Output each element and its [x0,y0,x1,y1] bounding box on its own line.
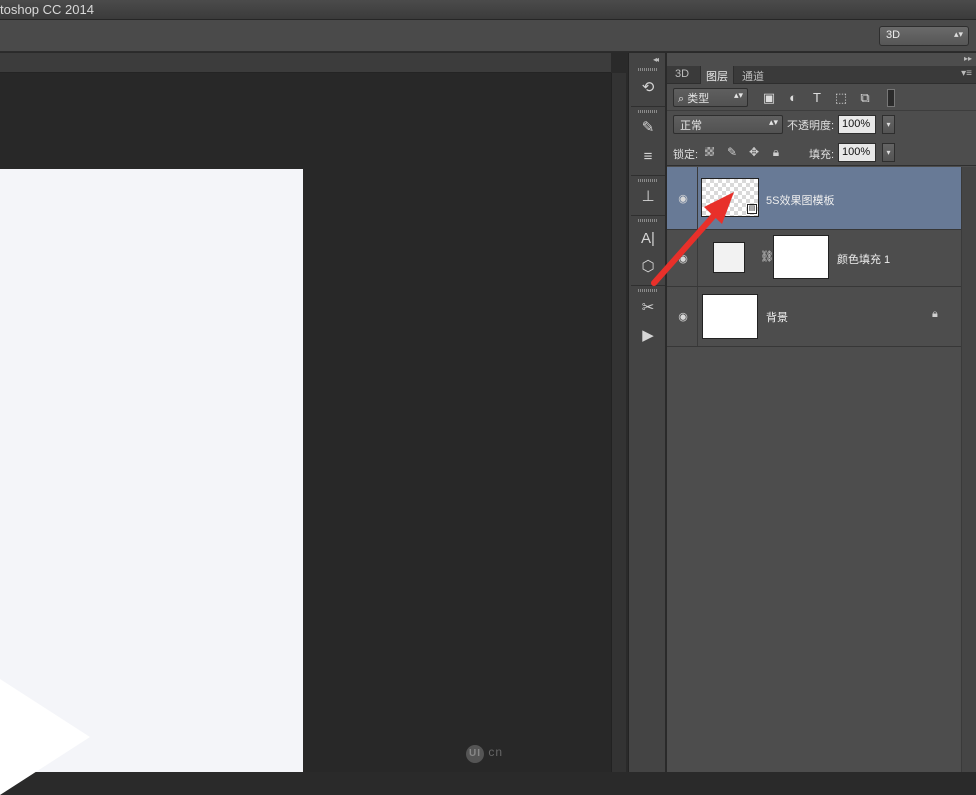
shape-filter-icon[interactable]: ⬚ [832,89,850,107]
grip-icon[interactable] [638,219,658,222]
layers-vertical-scrollbar[interactable] [961,167,976,772]
opacity-label: 不透明度: [787,120,835,132]
grip-icon[interactable] [638,110,658,113]
grip-icon[interactable] [638,289,658,292]
visibility-eye-icon[interactable]: ◉ [676,192,690,205]
chain-link-icon[interactable]: ⛓ [760,250,774,263]
actions-play-icon[interactable]: ▶ [636,325,660,347]
chevron-updown-icon: ▴▾ [768,117,778,127]
window-title: toshop CC 2014 [0,2,94,17]
chevron-updown-icon: ▴▾ [733,90,743,100]
tool-presets-icon[interactable]: ✂ [636,297,660,319]
divider [631,175,665,176]
collapse-left-icon[interactable]: ◂◂ [653,55,659,64]
document-area[interactable]: UI cn [0,53,611,795]
visibility-eye-icon[interactable]: ◉ [676,252,690,265]
lock-pixels-brush-icon[interactable]: ✎ [724,144,740,160]
layer-row-background[interactable]: ◉ 背景 🔒︎ [667,287,961,347]
divider [697,167,698,229]
fill-label: 填充: [809,149,835,161]
divider [697,287,698,346]
title-bar: toshop CC 2014 [0,0,976,20]
tab-layers[interactable]: 图层 [700,66,734,84]
watermark-text: cn [488,745,504,759]
history-icon[interactable]: ⟲ [636,77,660,99]
type-filter-icon[interactable]: T [808,89,826,107]
workspace-select-label: 3D [886,29,901,41]
filter-kind-label: 类型 [687,93,710,105]
collapsed-panel-dock: ◂◂ ⟲ ✎ ≡ ⊥ A| ⬡ ✂ ▶ [628,53,666,772]
blend-mode-select[interactable]: 正常 ▴▾ [673,115,783,134]
layer-name[interactable]: 5S效果图模板 [766,192,834,208]
blend-opacity-row: 正常 ▴▾ 不透明度: 100% ▾ [667,112,976,138]
grip-icon[interactable] [638,179,658,182]
lock-icon: 🔒︎ [932,308,938,320]
brush-panel-icon[interactable]: ≡ [636,146,660,168]
layer-name[interactable]: 颜色填充 1 [837,251,890,267]
layer-filter-row: ⌕ 类型 ▴▾ ▣ ◐ T ⬚ ⧉ [667,85,976,111]
smart-object-badge-icon: ▤ [747,204,757,214]
filter-kind-select[interactable]: ⌕ 类型 ▴▾ [673,88,748,107]
panel-menu-icon[interactable]: ▾≡ [961,68,972,79]
glyph-3d-icon[interactable]: ⬡ [636,256,660,278]
panel-tab-bar: 3D 图层 通道 ▾≡ [667,66,976,84]
fill-dropdown-icon[interactable]: ▾ [882,143,895,162]
brush-presets-icon[interactable]: ✎ [636,117,660,139]
layer-row-color-fill[interactable]: ◉ ⛓ 颜色填充 1 [667,230,961,287]
document-vertical-scrollbar[interactable] [611,73,626,772]
divider [697,230,698,286]
blend-mode-label: 正常 [680,120,702,132]
image-filter-icon[interactable]: ▣ [760,89,778,107]
options-bar: 3D ▴▾ [0,20,976,52]
watermark: UI cn [466,745,503,763]
lock-position-move-icon[interactable]: ✥ [746,144,762,160]
uicn-logo-icon: UI [466,745,484,763]
lock-transparency-icon[interactable] [702,144,718,160]
layer-mask-thumbnail[interactable] [773,235,829,279]
layers-panel: ▸▸ 3D 图层 通道 ▾≡ ⌕ 类型 ▴▾ ▣ ◐ T ⬚ ⧉ 正常 ▴▾ 不… [667,53,976,772]
clone-source-icon[interactable]: ⊥ [636,186,660,208]
divider [631,106,665,107]
character-icon[interactable]: A| [636,228,660,250]
layer-name[interactable]: 背景 [766,309,788,325]
opacity-input[interactable]: 100% [838,115,876,134]
tab-3d[interactable]: 3D [670,66,694,84]
lock-fill-row: 锁定: ✎ ✥ 🔒︎ 填充: 100% ▾ [667,139,976,166]
tab-channels[interactable]: 通道 [737,66,769,84]
visibility-eye-icon[interactable]: ◉ [676,310,690,323]
divider [631,285,665,286]
canvas-artboard[interactable] [0,169,303,795]
workspace-select[interactable]: 3D ▴▾ [879,26,969,46]
divider [631,215,665,216]
layer-thumbnail [702,294,758,339]
chevron-updown-icon: ▴▾ [953,29,963,39]
grip-icon[interactable] [638,68,658,71]
play-triangle-shape [0,679,90,795]
fill-adjustment-thumbnail [713,242,745,273]
layers-list: ◉ ▤ 5S效果图模板 ◉ ⛓ 颜色填充 1 ◉ 背景 🔒︎ [667,167,976,772]
search-icon: ⌕ [678,93,685,105]
lock-label: 锁定: [673,149,699,161]
layer-row-smart-object[interactable]: ◉ ▤ 5S效果图模板 [667,167,961,230]
adjustment-filter-icon[interactable]: ◐ [784,89,802,107]
smart-object-filter-icon[interactable]: ⧉ [856,89,874,107]
document-tab-strip [0,53,611,73]
opacity-dropdown-icon[interactable]: ▾ [882,115,895,134]
filter-toggle-switch[interactable] [887,89,895,107]
fill-input[interactable]: 100% [838,143,876,162]
collapse-right-icon[interactable]: ▸▸ [964,54,972,63]
lock-all-icon[interactable]: 🔒︎ [768,144,784,160]
